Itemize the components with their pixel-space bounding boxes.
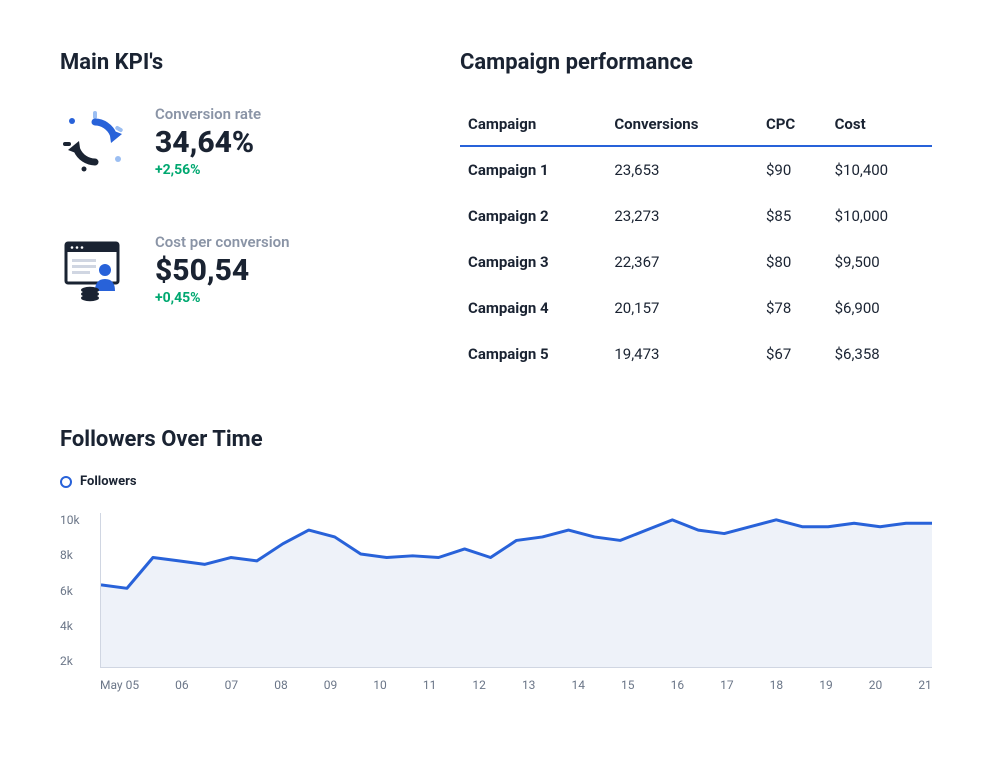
x-tick: May 05	[100, 678, 139, 698]
x-tick: 07	[225, 678, 239, 698]
refresh-cycle-icon	[60, 107, 130, 177]
table-cell: Campaign 3	[460, 239, 606, 285]
x-tick: 06	[175, 678, 189, 698]
table-cell: 22,367	[606, 239, 758, 285]
chart-legend: Followers	[60, 474, 932, 489]
table-row: Campaign 123,653$90$10,400	[460, 146, 932, 193]
table-cell: $85	[758, 193, 827, 239]
table-cell: Campaign 1	[460, 146, 606, 193]
x-tick: 20	[869, 678, 883, 698]
table-cell: Campaign 5	[460, 331, 606, 377]
x-tick: 19	[819, 678, 833, 698]
campaign-table: Campaign Conversions CPC Cost Campaign 1…	[460, 105, 932, 377]
table-header: Cost	[827, 105, 932, 146]
table-header: CPC	[758, 105, 827, 146]
table-cell: $10,000	[827, 193, 932, 239]
table-cell: $78	[758, 285, 827, 331]
x-tick: 16	[671, 678, 685, 698]
table-cell: 19,473	[606, 331, 758, 377]
y-tick: 4k	[60, 619, 94, 633]
y-tick: 6k	[60, 584, 94, 598]
table-cell: $6,358	[827, 331, 932, 377]
x-tick: 12	[472, 678, 486, 698]
table-header: Conversions	[606, 105, 758, 146]
kpi-title: Main KPI's	[60, 50, 390, 75]
x-tick: 13	[522, 678, 536, 698]
table-cell: $90	[758, 146, 827, 193]
table-cell: 23,653	[606, 146, 758, 193]
table-cell: 20,157	[606, 285, 758, 331]
table-row: Campaign 223,273$85$10,000	[460, 193, 932, 239]
x-tick: 18	[770, 678, 784, 698]
table-cell: $80	[758, 239, 827, 285]
kpi-delta: +0,45%	[155, 290, 289, 306]
kpi-value: $50,54	[155, 253, 289, 288]
x-tick: 14	[571, 678, 585, 698]
table-cell: $6,900	[827, 285, 932, 331]
x-tick: 09	[324, 678, 338, 698]
y-tick: 8k	[60, 548, 94, 562]
kpi-value: 34,64%	[155, 125, 261, 160]
table-row: Campaign 519,473$67$6,358	[460, 331, 932, 377]
y-tick: 2k	[60, 654, 94, 668]
kpi-card-conversion-rate: Conversion rate 34,64% +2,56%	[60, 105, 390, 178]
chart-title: Followers Over Time	[60, 427, 932, 452]
table-cell: Campaign 4	[460, 285, 606, 331]
kpi-card-cost-per-conversion: Cost per conversion $50,54 +0,45%	[60, 233, 390, 306]
table-cell: Campaign 2	[460, 193, 606, 239]
kpi-label: Conversion rate	[155, 105, 261, 123]
table-cell: $67	[758, 331, 827, 377]
campaign-title: Campaign performance	[460, 50, 932, 75]
table-cell: $10,400	[827, 146, 932, 193]
table-cell: $9,500	[827, 239, 932, 285]
x-tick: 15	[621, 678, 635, 698]
x-tick: 17	[720, 678, 734, 698]
legend-marker-icon	[60, 476, 72, 488]
x-tick: 08	[274, 678, 288, 698]
y-tick: 10k	[60, 513, 94, 527]
table-header: Campaign	[460, 105, 606, 146]
x-tick: 11	[423, 678, 437, 698]
table-row: Campaign 322,367$80$9,500	[460, 239, 932, 285]
table-row: Campaign 420,157$78$6,900	[460, 285, 932, 331]
kpi-label: Cost per conversion	[155, 233, 289, 251]
x-tick: 21	[918, 678, 932, 698]
legend-label: Followers	[80, 474, 137, 489]
browser-user-coins-icon	[60, 235, 130, 305]
kpi-delta: +2,56%	[155, 162, 261, 178]
x-tick: 10	[373, 678, 387, 698]
table-cell: 23,273	[606, 193, 758, 239]
followers-chart: 10k 8k 6k 4k 2k May 05 06 07 08 09 10 11 12 13 14 15 16…	[60, 513, 932, 698]
